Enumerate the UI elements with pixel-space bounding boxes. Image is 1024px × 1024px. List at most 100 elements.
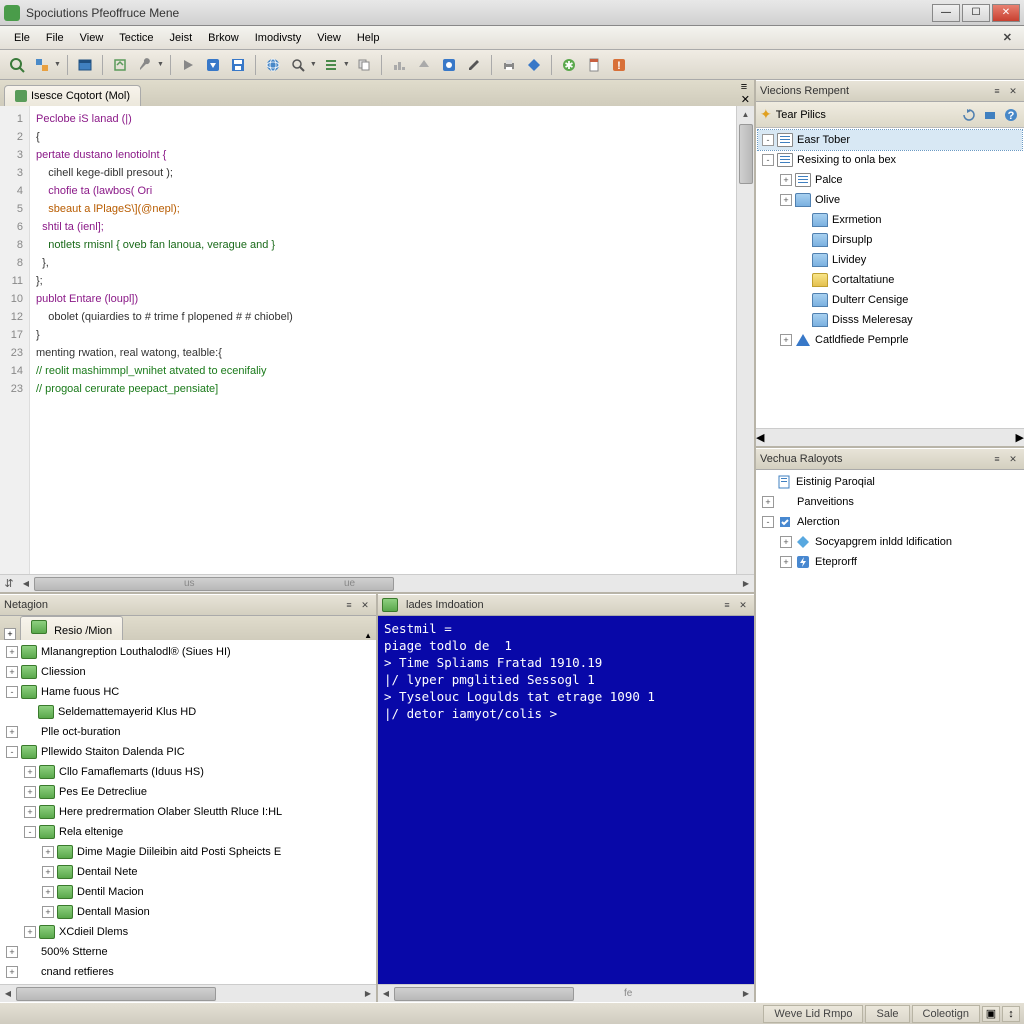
- expand-toggle-icon[interactable]: +: [780, 334, 792, 346]
- expand-toggle-icon[interactable]: +: [762, 496, 774, 508]
- settings-icon[interactable]: [981, 106, 999, 124]
- status-icon-2[interactable]: ↕: [1002, 1006, 1020, 1022]
- expand-toggle-icon[interactable]: -: [24, 826, 36, 838]
- hscroll-thumb[interactable]: [16, 987, 216, 1001]
- console-output[interactable]: Sestmil = piage todlo de 1 > Time Spliam…: [378, 616, 754, 984]
- tree-item[interactable]: -Alerction: [758, 512, 1022, 532]
- panel-a-tree[interactable]: -Easr Tober-Resixing to onla bex+Palce+O…: [756, 128, 1024, 428]
- panel-b-tree[interactable]: Eistinig Paroqial+Panveitions-Alerction+…: [756, 470, 1024, 1002]
- expand-toggle-icon[interactable]: +: [780, 174, 792, 186]
- tree-item[interactable]: -Pllewido Staiton Dalenda PIC: [2, 742, 374, 762]
- scroll-left-icon[interactable]: ◀: [756, 431, 764, 444]
- down-arrow-icon[interactable]: [202, 54, 224, 76]
- minimize-button[interactable]: —: [932, 4, 960, 22]
- tree-item[interactable]: +Catldfiede Pemprle: [758, 330, 1022, 350]
- nav-tree[interactable]: +Mlanangreption Louthalodl® (Siues HI)+C…: [0, 640, 376, 984]
- chart-icon[interactable]: [388, 54, 410, 76]
- tree-item[interactable]: +Dentil Macion: [2, 882, 374, 902]
- pane-close-icon[interactable]: ✕: [1006, 84, 1020, 98]
- refresh-icon[interactable]: [960, 106, 978, 124]
- box-blue-icon[interactable]: [438, 54, 460, 76]
- expand-toggle-icon[interactable]: -: [6, 746, 18, 758]
- pane-menu-icon[interactable]: ≡: [741, 81, 750, 93]
- tree-item[interactable]: +XCdieil Dlems: [2, 922, 374, 942]
- tree-item[interactable]: +Panveitions: [758, 492, 1022, 512]
- tree-item[interactable]: +Socyapgrem inldd ldification: [758, 532, 1022, 552]
- tree-item[interactable]: Exrmetion: [758, 210, 1022, 230]
- menu-jeist[interactable]: Jeist: [162, 29, 201, 47]
- scroll-right-icon[interactable]: ▶: [738, 989, 754, 998]
- menu-view[interactable]: View: [72, 29, 112, 47]
- scroll-left-icon[interactable]: ◀: [18, 579, 34, 588]
- nav-hscroll[interactable]: ◀ ▶: [0, 984, 376, 1002]
- code-area[interactable]: Peclobe iS lanad (|){pertate dustano len…: [30, 106, 736, 574]
- pencil-icon[interactable]: [463, 54, 485, 76]
- dropdown-icon[interactable]: ▼: [310, 61, 317, 68]
- scroll-right-icon[interactable]: ▶: [1016, 431, 1024, 444]
- expand-toggle-icon[interactable]: +: [24, 766, 36, 778]
- scroll-left-icon[interactable]: ◀: [0, 989, 16, 998]
- dropdown-icon[interactable]: ▼: [343, 61, 350, 68]
- expand-toggle-icon[interactable]: +: [6, 646, 18, 658]
- tree-item[interactable]: +Olive: [758, 190, 1022, 210]
- editor-hscroll[interactable]: ⇵ ◀ us ue ▶: [0, 574, 754, 592]
- save-icon[interactable]: [227, 54, 249, 76]
- globe-icon[interactable]: [262, 54, 284, 76]
- pane-close-icon[interactable]: ✕: [741, 93, 750, 106]
- tree-item[interactable]: +Palce: [758, 170, 1022, 190]
- expand-toggle-icon[interactable]: -: [762, 134, 774, 146]
- scroll-thumb[interactable]: [739, 124, 753, 184]
- maximize-button[interactable]: ☐: [962, 4, 990, 22]
- tree-item[interactable]: -Resixing to onla bex: [758, 150, 1022, 170]
- expand-toggle-icon[interactable]: +: [42, 866, 54, 878]
- tree-item[interactable]: +Here predrermation Olaber Sleutth Rluce…: [2, 802, 374, 822]
- pane-menu-icon[interactable]: ≡: [990, 84, 1004, 98]
- pane-close-icon[interactable]: ✕: [358, 598, 372, 612]
- page-icon[interactable]: [583, 54, 605, 76]
- menu-file[interactable]: File: [38, 29, 72, 47]
- close-button[interactable]: ✕: [992, 4, 1020, 22]
- print-icon[interactable]: [498, 54, 520, 76]
- list-icon[interactable]: [320, 54, 342, 76]
- pane-menu-icon[interactable]: ≡: [990, 452, 1004, 466]
- up-icon[interactable]: [413, 54, 435, 76]
- scroll-right-icon[interactable]: ▶: [738, 579, 754, 588]
- tree-item[interactable]: Dulterr Censige: [758, 290, 1022, 310]
- scroll-up-icon[interactable]: ▲: [737, 106, 754, 122]
- tree-item[interactable]: +Plle oct-buration: [2, 722, 374, 742]
- expand-toggle-icon[interactable]: +: [24, 926, 36, 938]
- expand-toggle-icon[interactable]: +: [780, 194, 792, 206]
- console-hscroll[interactable]: ◀ fe ▶: [378, 984, 754, 1002]
- editor-tab[interactable]: Isesce Cqotort (Mol): [4, 85, 141, 106]
- tree-item[interactable]: +Dentail Nete: [2, 862, 374, 882]
- expand-toggle-icon[interactable]: +: [42, 906, 54, 918]
- menu-ele[interactable]: Ele: [6, 29, 38, 47]
- expand-toggle-icon[interactable]: -: [762, 516, 774, 528]
- tree-item[interactable]: Cortaltatiune: [758, 270, 1022, 290]
- dropdown-icon[interactable]: ▼: [54, 61, 61, 68]
- hscroll-toggle-icon[interactable]: ⇵: [0, 577, 18, 590]
- tree-item[interactable]: +Cllo Famaflemarts (Iduus HS): [2, 762, 374, 782]
- search-icon[interactable]: [6, 54, 28, 76]
- expand-toggle-icon[interactable]: +: [6, 966, 18, 978]
- expand-toggle-icon[interactable]: -: [762, 154, 774, 166]
- hscroll-thumb[interactable]: [34, 577, 394, 591]
- menu-help[interactable]: Help: [349, 29, 388, 47]
- wrench-icon[interactable]: [134, 54, 156, 76]
- tree-item[interactable]: Seldemattemayerid Klus HD: [2, 702, 374, 722]
- help-icon[interactable]: ?: [1002, 106, 1020, 124]
- tree-item[interactable]: Eistinig Paroqial: [758, 472, 1022, 492]
- tree-item[interactable]: Lividey: [758, 250, 1022, 270]
- tree-item[interactable]: Dirsuplp: [758, 230, 1022, 250]
- expand-toggle-icon[interactable]: +: [6, 726, 18, 738]
- tree-item[interactable]: -Rela eltenige: [2, 822, 374, 842]
- status-icon-1[interactable]: ▣: [982, 1006, 1000, 1022]
- expand-toggle-icon[interactable]: +: [42, 846, 54, 858]
- menu-imodivsty[interactable]: Imodivsty: [247, 29, 309, 47]
- expand-toggle-icon[interactable]: +: [24, 806, 36, 818]
- nav-icon[interactable]: [109, 54, 131, 76]
- tree-item[interactable]: +Dime Magie Diileibin aitd Posti Spheict…: [2, 842, 374, 862]
- scroll-right-icon[interactable]: ▶: [360, 989, 376, 998]
- expand-toggle-icon[interactable]: +: [780, 556, 792, 568]
- zoom-icon[interactable]: [287, 54, 309, 76]
